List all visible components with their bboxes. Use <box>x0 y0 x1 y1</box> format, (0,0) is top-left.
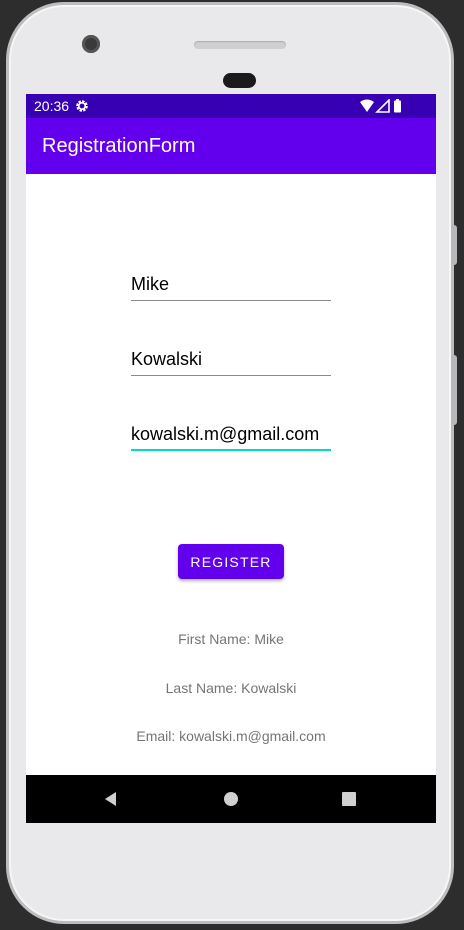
signal-icon <box>375 99 390 113</box>
last-name-input[interactable] <box>131 344 331 374</box>
status-bar: 20:36 <box>26 94 436 118</box>
last-name-result: Last Name: Kowalski <box>165 680 297 696</box>
wifi-icon <box>360 99 374 112</box>
volume-button <box>451 225 457 265</box>
recents-icon[interactable] <box>339 789 359 809</box>
back-icon[interactable] <box>101 789 121 809</box>
battery-icon <box>394 100 401 113</box>
gear-icon <box>76 100 88 112</box>
app-bar: RegistrationForm <box>26 118 436 174</box>
app-title: RegistrationForm <box>42 135 196 157</box>
last-name-field[interactable] <box>131 344 331 376</box>
navigation-bar <box>26 775 436 823</box>
status-icons <box>360 99 401 113</box>
email-input[interactable] <box>131 419 331 449</box>
power-button <box>451 355 457 425</box>
front-camera <box>82 35 100 53</box>
proximity-sensor <box>223 73 256 88</box>
first-name-input[interactable] <box>131 269 331 299</box>
first-name-result: First Name: Mike <box>178 631 284 647</box>
first-name-field[interactable] <box>131 269 331 301</box>
app-screen: 20:36 RegistrationForm REGISTER First Na… <box>26 94 436 823</box>
register-button[interactable]: REGISTER <box>178 544 284 579</box>
email-field[interactable] <box>131 419 331 451</box>
home-icon[interactable] <box>221 789 241 809</box>
status-time: 20:36 <box>34 98 70 114</box>
earpiece-speaker <box>194 41 286 49</box>
email-result: Email: kowalski.m@gmail.com <box>136 728 326 744</box>
